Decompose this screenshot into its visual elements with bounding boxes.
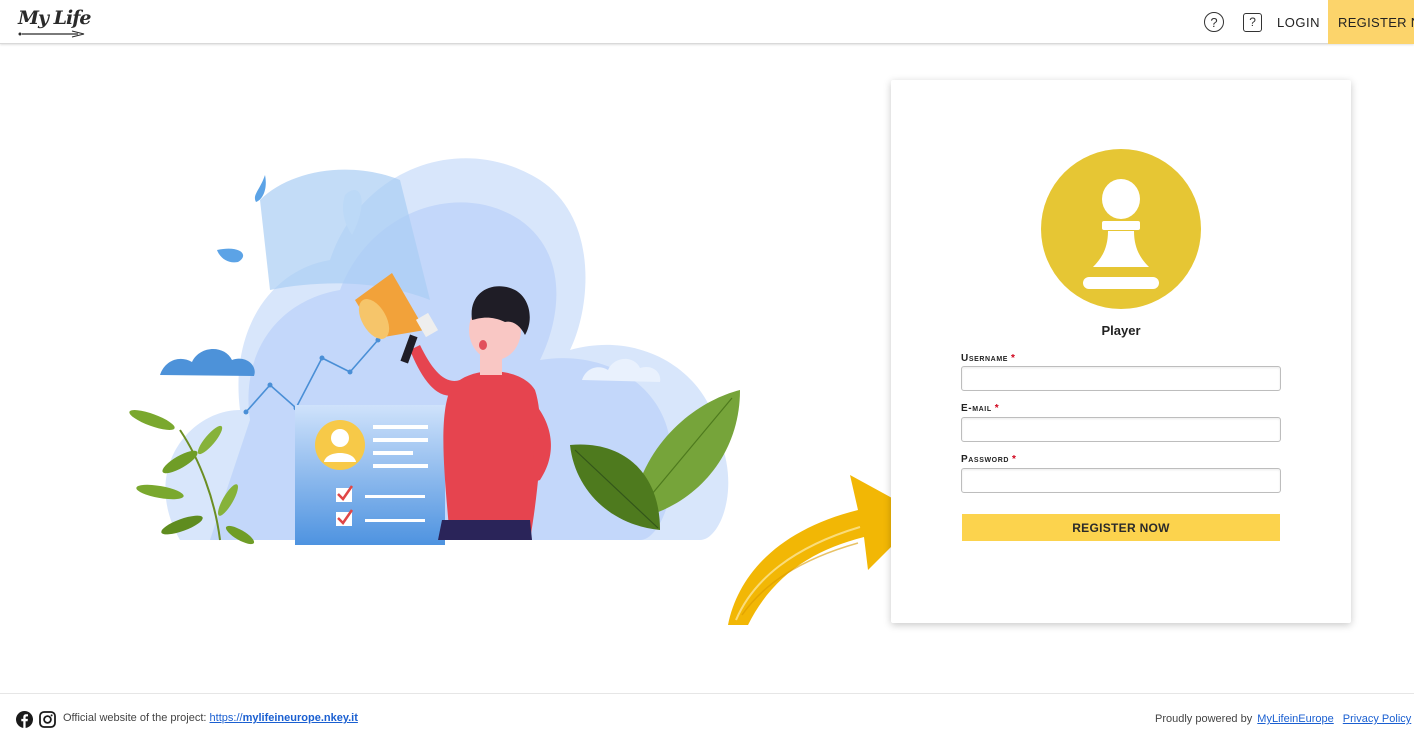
email-input[interactable] — [961, 417, 1281, 442]
password-label: Password * — [961, 454, 1017, 465]
required-mark: * — [994, 403, 1000, 414]
link-domain: mylifeineurope.nkey.it — [242, 712, 358, 724]
question-square-icon[interactable]: ? — [1243, 12, 1263, 32]
register-now-nav-button[interactable]: REGISTER NOW — [1328, 0, 1414, 44]
required-mark: * — [1011, 353, 1016, 364]
email-label: E-mail * — [961, 403, 999, 414]
password-label-text: Password — [961, 454, 1010, 465]
login-link[interactable]: LOGIN — [1277, 15, 1320, 30]
instagram-icon[interactable] — [39, 711, 56, 728]
password-input[interactable] — [961, 468, 1281, 493]
username-label-text: Username — [961, 353, 1009, 364]
facebook-icon[interactable] — [16, 711, 33, 728]
powered-by-label: Proudly powered by — [1155, 713, 1253, 725]
email-label-text: E-mail — [961, 403, 992, 414]
chess-pawn-icon — [1041, 149, 1201, 309]
footer: Official website of the project: https:/… — [0, 693, 1414, 731]
official-website-label: Official website of the project: — [63, 712, 207, 724]
role-label: Player — [1101, 323, 1141, 338]
top-navbar: My Life ? ? LOGIN REGISTER NOW — [0, 0, 1414, 44]
link-prefix: https:// — [209, 712, 243, 724]
mylifeineurope-link[interactable]: MyLifeinEurope — [1257, 713, 1333, 725]
username-input[interactable] — [961, 366, 1281, 391]
privacy-policy-link[interactable]: Privacy Policy — [1343, 713, 1411, 725]
register-now-button[interactable]: REGISTER NOW — [962, 514, 1280, 541]
logo-underline-graphic — [18, 30, 85, 38]
header-nav: ? ? LOGIN REGISTER NOW — [1204, 0, 1414, 44]
site-logo[interactable]: My Life — [16, 7, 92, 39]
footer-powered-by: Proudly powered by MyLifeinEurope Privac… — [1155, 713, 1414, 725]
project-website-link[interactable]: https://mylifeineurope.nkey.it — [210, 712, 358, 724]
username-label: Username * — [961, 353, 1016, 364]
required-mark: * — [1012, 454, 1017, 465]
megaphone-illustration — [129, 158, 740, 545]
footer-official-text: Official website of the project: https:/… — [63, 712, 358, 724]
registration-card: Player Username * E-mail * Password * REGIS… — [891, 80, 1351, 623]
question-circle-icon[interactable]: ? — [1204, 12, 1225, 32]
